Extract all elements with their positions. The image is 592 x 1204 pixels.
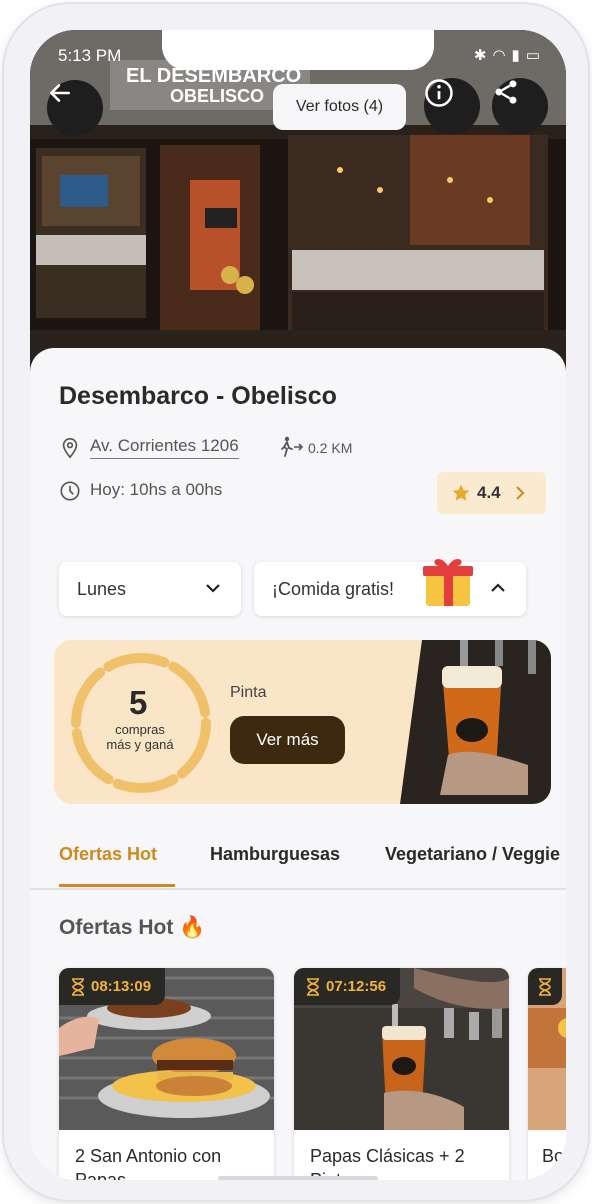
loyalty-prize: Pinta [230,684,267,701]
chevron-down-icon [206,584,220,593]
offer-name: Bo [542,1146,565,1166]
restaurant-address[interactable]: Av. Corrientes 1206 [90,436,239,459]
chevron-right-icon [515,486,525,500]
offer-card[interactable]: 08:13:09 2 San Antonio con Papas [59,968,274,1180]
restaurant-detail-card: Desembarco - Obelisco Av. Corrientes 120… [30,348,566,1180]
view-photos-button[interactable]: Ver fotos (4) [273,84,406,130]
share-button[interactable] [492,78,548,134]
restaurant-hero-photo[interactable]: EL DESEMBARCO OBELISCO 5:13 PM ✱◠▮▭ Ver … [30,30,566,380]
hourglass-icon [307,977,319,996]
rating-value: 4.4 [477,483,501,502]
svg-text:OBELISCO: OBELISCO [170,86,264,106]
signal-icon: ▮ [511,47,526,64]
gift-icon [423,559,473,606]
clock-icon [60,481,80,501]
offer-name: Papas Clásicas + 2 Pintas [310,1146,465,1180]
info-button[interactable] [424,78,480,134]
share-icon [495,80,517,104]
chevron-up-icon [491,583,505,592]
rating-button[interactable]: 4.4 [437,472,546,514]
storefront-image: EL DESEMBARCO OBELISCO [30,30,566,380]
purchases-remaining: 5 [129,684,148,721]
beer-pint-image [400,640,551,804]
star-icon [452,484,470,501]
back-button[interactable] [47,80,103,136]
day-dropdown[interactable]: Lunes [59,562,241,616]
offer-timer: 08:13:09 [59,968,166,1005]
day-dropdown-value: Lunes [77,578,127,599]
promo-dropdown-value: ¡Comida gratis! [272,578,395,599]
category-tabs: Ofertas Hot Hamburguesas Vegetariano / V… [30,832,566,890]
offer-timer: 07:12:56 [294,968,401,1005]
offer-timer [528,968,562,1005]
restaurant-distance: 0.2 KM [308,440,353,456]
offer-card[interactable]: 07:12:56 Papas Clásicas + 2 Pintas [294,968,509,1180]
purchases-remaining-label: compras más y ganá [100,722,180,752]
loyalty-see-more-button[interactable]: Ver más [230,716,345,764]
phone-frame: EL DESEMBARCO OBELISCO 5:13 PM ✱◠▮▭ Ver … [4,4,588,1200]
offer-card[interactable]: Bo [528,968,566,1180]
offer-name: 2 San Antonio con Papas [75,1146,222,1180]
restaurant-name: Desembarco - Obelisco [59,382,337,410]
loyalty-subtitle-line1: compras [115,722,165,737]
active-tab-indicator [59,884,175,887]
bluetooth-icon: ✱ [473,47,493,64]
hourglass-icon [72,977,84,996]
status-icons: ✱◠▮▭ [474,46,546,64]
tab-ofertas-hot[interactable]: Ofertas Hot [59,844,157,865]
tab-vegetariano[interactable]: Vegetariano / Veggie [385,844,560,865]
location-pin-icon [62,438,78,459]
info-icon [425,79,453,107]
hourglass-icon [539,977,551,996]
loyalty-subtitle-line2: más y ganá [106,737,174,752]
restaurant-hours: Hoy: 10hs a 00hs [90,480,223,499]
walking-icon [281,436,304,457]
offer-timer-value: 08:13:09 [91,978,152,995]
wifi-icon: ◠ [492,47,512,64]
section-title: Ofertas Hot 🔥 [59,916,206,939]
offer-timer-value: 07:12:56 [326,978,387,995]
app-screen: EL DESEMBARCO OBELISCO 5:13 PM ✱◠▮▭ Ver … [30,30,566,1180]
tab-hamburguesas[interactable]: Hamburguesas [210,844,340,865]
promo-dropdown[interactable]: ¡Comida gratis! [254,559,526,616]
home-indicator [218,1176,378,1180]
status-time: 5:13 PM [58,46,122,65]
device-notch [162,30,434,70]
loyalty-program-card[interactable]: 5 compras más y ganá Pinta Ver más [54,640,551,804]
arrow-left-icon [50,84,70,102]
battery-icon: ▭ [525,47,546,64]
